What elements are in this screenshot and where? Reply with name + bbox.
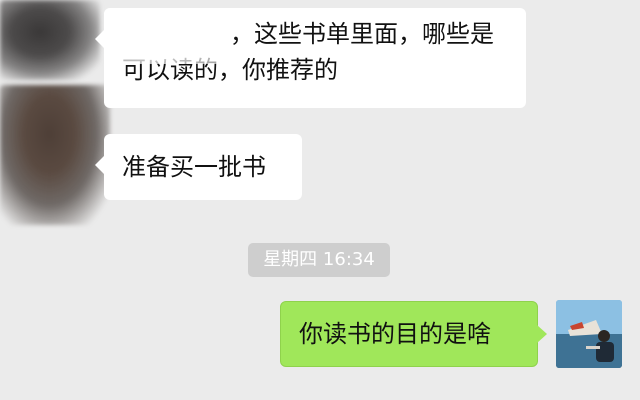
outgoing-message-bubble[interactable]: 你读书的目的是啥: [280, 301, 547, 367]
avatar-photo-icon: [556, 300, 622, 368]
timestamp-badge: 星期四 16:34: [248, 243, 390, 277]
my-avatar[interactable]: [556, 300, 622, 368]
incoming-message-bubble[interactable]: 准备买一批书: [95, 134, 302, 200]
incoming-message-bubble[interactable]: ，这些书单里面，哪些是 可以读的，你推荐的: [95, 8, 526, 108]
sender-avatar-blurred[interactable]: [0, 0, 100, 80]
timestamp-text: 星期四 16:34: [263, 249, 375, 270]
message-text: 你读书的目的是啥: [299, 320, 491, 348]
redacted-text-overlay: [104, 8, 222, 64]
sender-avatar-blurred-2[interactable]: [0, 85, 110, 225]
message-text: 准备买一批书: [122, 153, 266, 181]
